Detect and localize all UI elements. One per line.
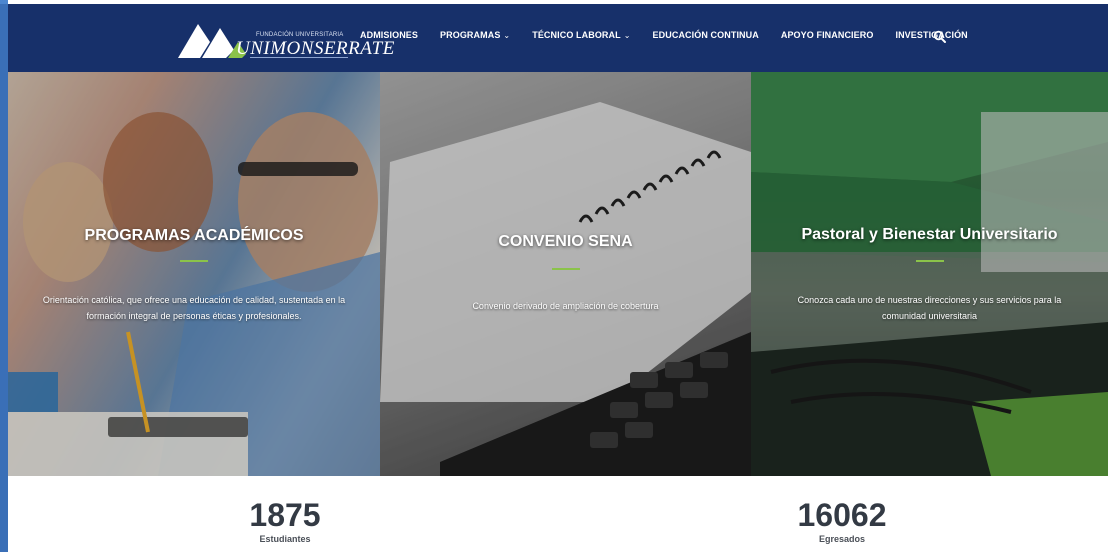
hero-panels: PROGRAMAS ACADÉMICOS Orientación católic… [8, 72, 1108, 476]
panel-description: Conozca cada uno de nuestras direcciones… [797, 295, 1062, 321]
chevron-down-icon: ⌄ [623, 30, 631, 40]
main-navbar: FUNDACIÓN UNIVERSITARIA UNIMONSERRATE AD… [8, 4, 1108, 72]
panel-overlay [751, 72, 1108, 476]
nav-item-label: ADMISIONES [360, 30, 419, 40]
chevron-down-icon: ⌄ [503, 30, 511, 40]
stat-value: 16062 [797, 497, 887, 533]
panel-convenio-sena[interactable]: CONVENIO SENA Convenio derivado de ampli… [380, 72, 751, 476]
search-button[interactable] [933, 30, 947, 44]
nav-item-educacion-continua[interactable]: EDUCACIÓN CONTINUA [653, 30, 759, 40]
nav-item-label: INVESTIGACIÓN [895, 30, 968, 40]
panel-overlay [8, 72, 380, 476]
nav-item-label: PROGRAMAS [440, 30, 501, 40]
nav-item-investigacion[interactable]: INVESTIGACIÓN [895, 30, 967, 40]
brand-underline [250, 57, 348, 58]
panel-accent-bar [551, 268, 580, 270]
panel-pastoral-bienestar[interactable]: Pastoral y Bienestar Universitario Conoz… [751, 72, 1108, 476]
stats-section: 1875 Estudiantes 16062 Egresados [8, 476, 1108, 552]
nav-item-label: EDUCACIÓN CONTINUA [652, 30, 759, 40]
panel-title: CONVENIO SENA [498, 233, 633, 250]
panel-title: PROGRAMAS ACADÉMICOS [84, 227, 304, 244]
stat-label: Egresados [818, 534, 866, 544]
panel-description: Convenio derivado de ampliación de cober… [472, 301, 659, 311]
brand-logo[interactable]: FUNDACIÓN UNIVERSITARIA UNIMONSERRATE [176, 16, 394, 62]
stat-egresados: 16062 Egresados [742, 498, 942, 544]
stat-value: 1875 [249, 497, 321, 533]
nav-item-label: APOYO FINANCIERO [780, 30, 874, 40]
nav-item-admisiones[interactable]: ADMISIONES [360, 30, 418, 40]
panel-description: Orientación católica, que ofrece una edu… [42, 295, 346, 321]
nav-item-label: TÉCNICO LABORAL [532, 30, 621, 40]
search-icon [933, 30, 946, 43]
page: FUNDACIÓN UNIVERSITARIA UNIMONSERRATE AD… [8, 0, 1108, 552]
nav-item-programas[interactable]: PROGRAMAS ⌄ [440, 30, 510, 40]
panel-programas-academicos[interactable]: PROGRAMAS ACADÉMICOS Orientación católic… [8, 72, 380, 476]
nav-menu: ADMISIONES PROGRAMAS ⌄ TÉCNICO LABORAL ⌄… [360, 30, 990, 40]
nav-item-tecnico-laboral[interactable]: TÉCNICO LABORAL ⌄ [532, 30, 630, 40]
stat-label: Estudiantes [259, 534, 311, 544]
stat-estudiantes: 1875 Estudiantes [185, 498, 385, 544]
nav-item-apoyo-financiero[interactable]: APOYO FINANCIERO [781, 30, 874, 40]
panel-title: Pastoral y Bienestar Universitario [801, 226, 1058, 243]
panel-accent-bar [180, 260, 208, 262]
panel-overlay [380, 72, 751, 476]
panel-accent-bar [915, 260, 944, 262]
